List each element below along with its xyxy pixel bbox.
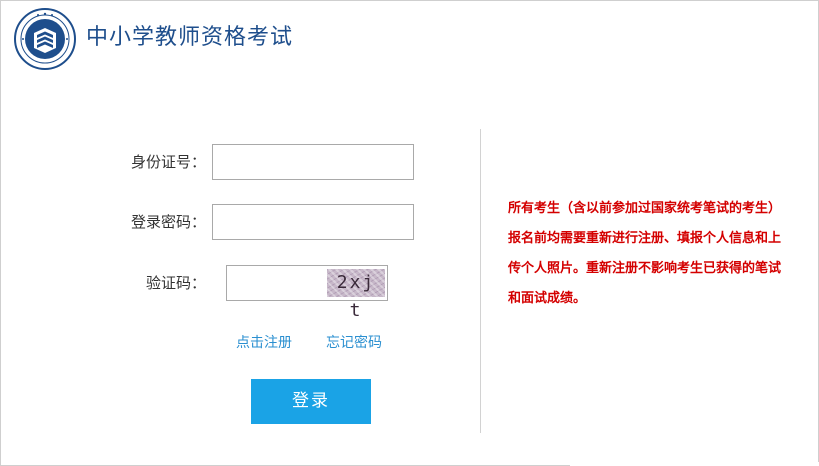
forgot-password-link[interactable]: 忘记密码 (326, 333, 382, 353)
bottom-strip (570, 462, 819, 466)
register-link[interactable]: 点击注册 (236, 333, 292, 353)
password-input[interactable] (212, 204, 414, 240)
id-number-input[interactable] (212, 144, 414, 180)
captcha-field[interactable]: 2xj t (226, 265, 388, 321)
password-label: 登录密码： (130, 213, 206, 231)
id-number-label: 身份证号： (130, 153, 206, 171)
registration-notice: 所有考生（含以前参加过国家统考笔试的考生）报名前均需要重新进行注册、填报个人信息… (508, 201, 782, 306)
book-seal-icon (14, 8, 76, 70)
site-title: 中小学教师资格考试 (86, 25, 294, 50)
vertical-divider (480, 129, 481, 433)
captcha-image[interactable]: 2xj t (327, 269, 385, 321)
captcha-label: 验证码： (145, 274, 206, 292)
login-button[interactable]: 登录 (251, 379, 371, 424)
